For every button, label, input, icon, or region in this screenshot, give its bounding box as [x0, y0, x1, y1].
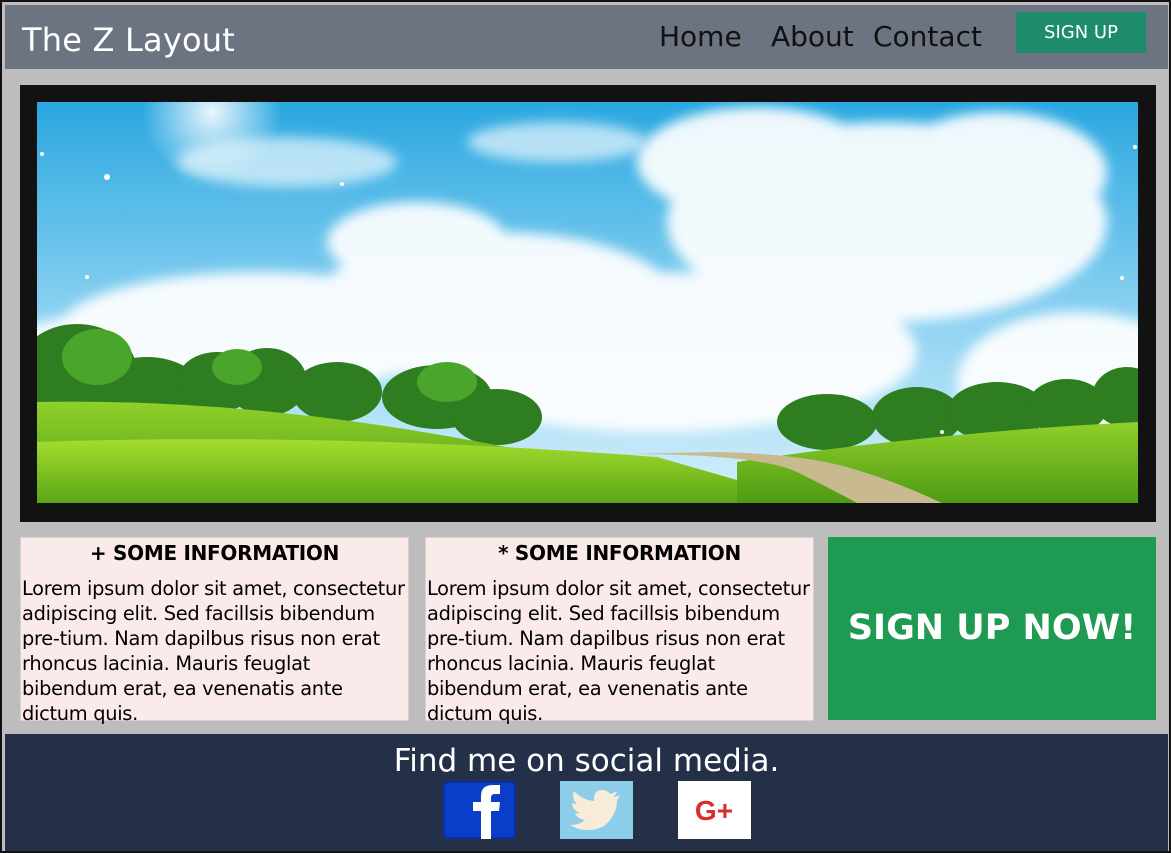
- nav-home-link[interactable]: Home: [659, 20, 742, 53]
- info-card-title: * SOME INFORMATION: [498, 541, 741, 565]
- social-tagline: Find me on social media.: [393, 743, 780, 779]
- google-plus-icon[interactable]: G+: [678, 781, 751, 839]
- nav-contact-link[interactable]: Contact: [873, 20, 982, 53]
- header-bar: The Z Layout Home About Contact SIGN UP: [5, 5, 1168, 69]
- info-card-body: Lorem ipsum dolor sit amet, consectetur …: [427, 577, 810, 725]
- twitter-icon[interactable]: [560, 781, 633, 839]
- hero-banner: [20, 85, 1156, 522]
- sign-up-button[interactable]: SIGN UP: [1016, 12, 1146, 53]
- info-card-1: + SOME INFORMATION Lorem ipsum dolor sit…: [20, 537, 409, 725]
- sign-up-now-button[interactable]: SIGN UP NOW!: [828, 537, 1156, 720]
- facebook-icon[interactable]: [443, 781, 516, 839]
- nav-about-link[interactable]: About: [771, 20, 854, 53]
- site-title: The Z Layout: [22, 21, 235, 59]
- info-card-title: + SOME INFORMATION: [89, 541, 340, 565]
- info-card-2: * SOME INFORMATION Lorem ipsum dolor sit…: [425, 537, 814, 725]
- footer: Find me on social media. G+: [5, 734, 1168, 851]
- hero-landscape-image: [37, 102, 1138, 503]
- page-frame: The Z Layout Home About Contact SIGN UP: [0, 0, 1171, 853]
- google-plus-text: G+: [695, 795, 733, 826]
- info-card-body: Lorem ipsum dolor sit amet, consectetur …: [22, 577, 405, 725]
